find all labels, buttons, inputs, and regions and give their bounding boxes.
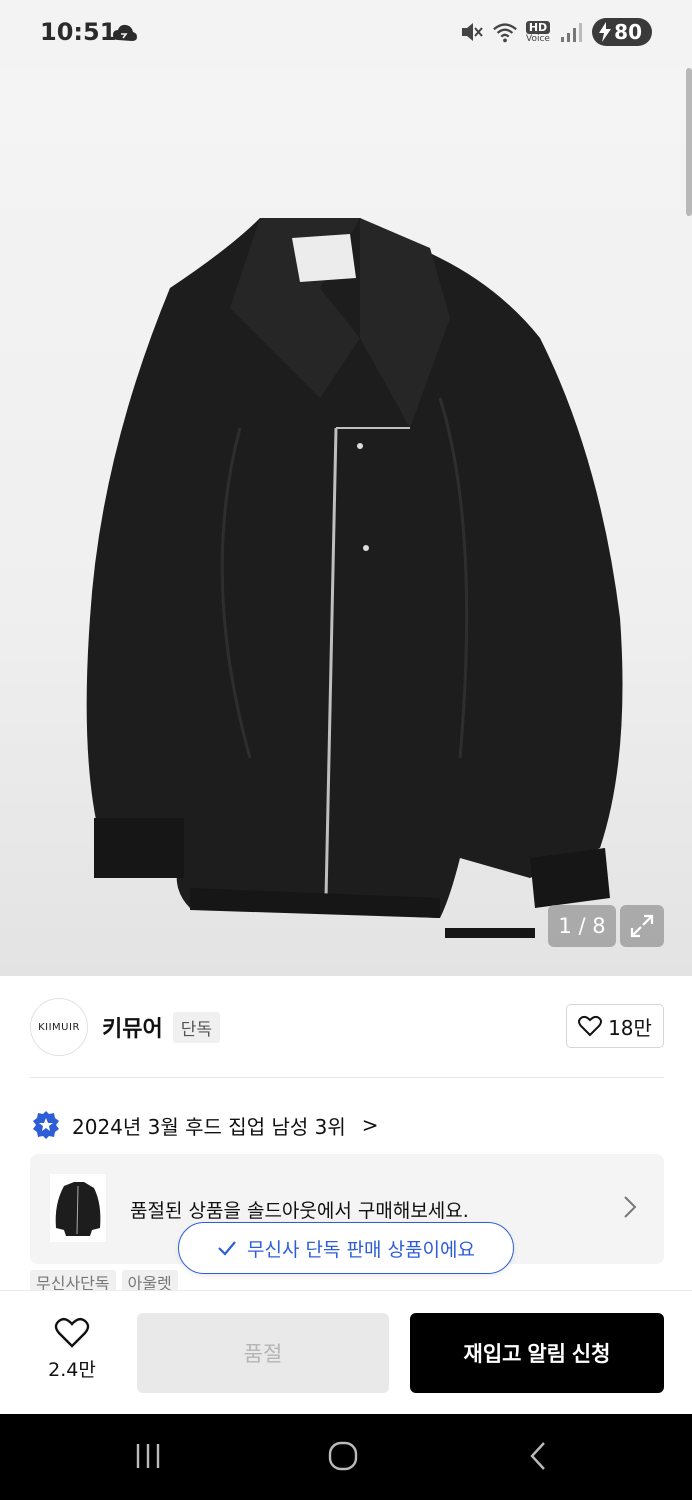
navigation-bar (0, 1414, 692, 1500)
home-button[interactable] (313, 1434, 373, 1478)
ranking-badge-icon (33, 1111, 59, 1139)
mute-icon (461, 23, 483, 41)
home-icon (328, 1441, 358, 1471)
brand-name[interactable]: 키뮤어 (102, 1011, 163, 1043)
ranking-link[interactable]: 2024년 3월 후드 집업 남성 3위 > (32, 1110, 379, 1140)
tag-row: 무신사단독 아울렛 (30, 1270, 178, 1290)
scroll-indicator (686, 68, 692, 216)
exclusive-notice-text: 무신사 단독 판매 상품이에요 (247, 1238, 475, 1261)
soldout-button: 품절 (137, 1313, 389, 1393)
hd-voice-icon: HD Voice (525, 20, 551, 44)
bolt-icon (599, 22, 612, 42)
product-image-gallery[interactable] (0, 68, 692, 976)
heart-icon (578, 1015, 603, 1037)
image-counter: 1 / 8 (548, 905, 616, 947)
recent-apps-button[interactable] (118, 1434, 178, 1478)
soldout-thumbnail (50, 1174, 106, 1242)
brand-like-button[interactable]: 18만 (566, 1004, 664, 1048)
check-icon (218, 1241, 236, 1256)
chevron-right-icon (624, 1196, 637, 1218)
cloud-icon (113, 24, 137, 41)
back-icon (530, 1442, 545, 1470)
bottom-action-bar: 2.4만 품절 재입고 알림 신청 (0, 1290, 692, 1414)
tag-musinsa-exclusive[interactable]: 무신사단독 (30, 1270, 116, 1290)
back-button[interactable] (508, 1434, 568, 1478)
exclusive-notice-pill: 무신사 단독 판매 상품이에요 (178, 1222, 514, 1274)
restock-alert-button[interactable]: 재입고 알림 신청 (410, 1313, 664, 1393)
soldout-text: 품절된 상품을 솔드아웃에서 구매해보세요. (130, 1200, 469, 1222)
voice-label: Voice (526, 33, 550, 44)
brand-like-count: 18만 (608, 1015, 652, 1040)
heart-icon (54, 1317, 90, 1348)
expand-image-button[interactable] (620, 905, 664, 947)
exclusive-tag: 단독 (172, 1011, 221, 1043)
brand-logo[interactable]: KIIMUIR (30, 998, 88, 1056)
wishlist-button[interactable]: 2.4만 (28, 1317, 116, 1382)
status-icons: HD Voice 80 (458, 18, 652, 46)
status-time: 10:51 (40, 18, 117, 46)
wishlist-count: 2.4만 (48, 1359, 96, 1381)
signal-icon (561, 23, 583, 42)
brand-row[interactable]: KIIMUIR 키뮤어 단독 18만 (30, 998, 664, 1056)
divider (30, 1077, 664, 1078)
wifi-icon (492, 23, 517, 43)
product-jacket-image (86, 218, 623, 938)
tag-outlet[interactable]: 아울렛 (121, 1270, 178, 1290)
recent-apps-icon (136, 1444, 160, 1468)
expand-icon (630, 914, 654, 938)
hd-label: HD (525, 20, 551, 34)
battery-charging-icon: 80 (592, 18, 652, 46)
battery-level: 80 (614, 20, 642, 44)
ranking-text: 2024년 3월 후드 집업 남성 3위 (72, 1114, 346, 1139)
status-bar: 10:51 HD Voice 80 (0, 0, 692, 68)
chevron-right-icon: > (361, 1113, 379, 1137)
